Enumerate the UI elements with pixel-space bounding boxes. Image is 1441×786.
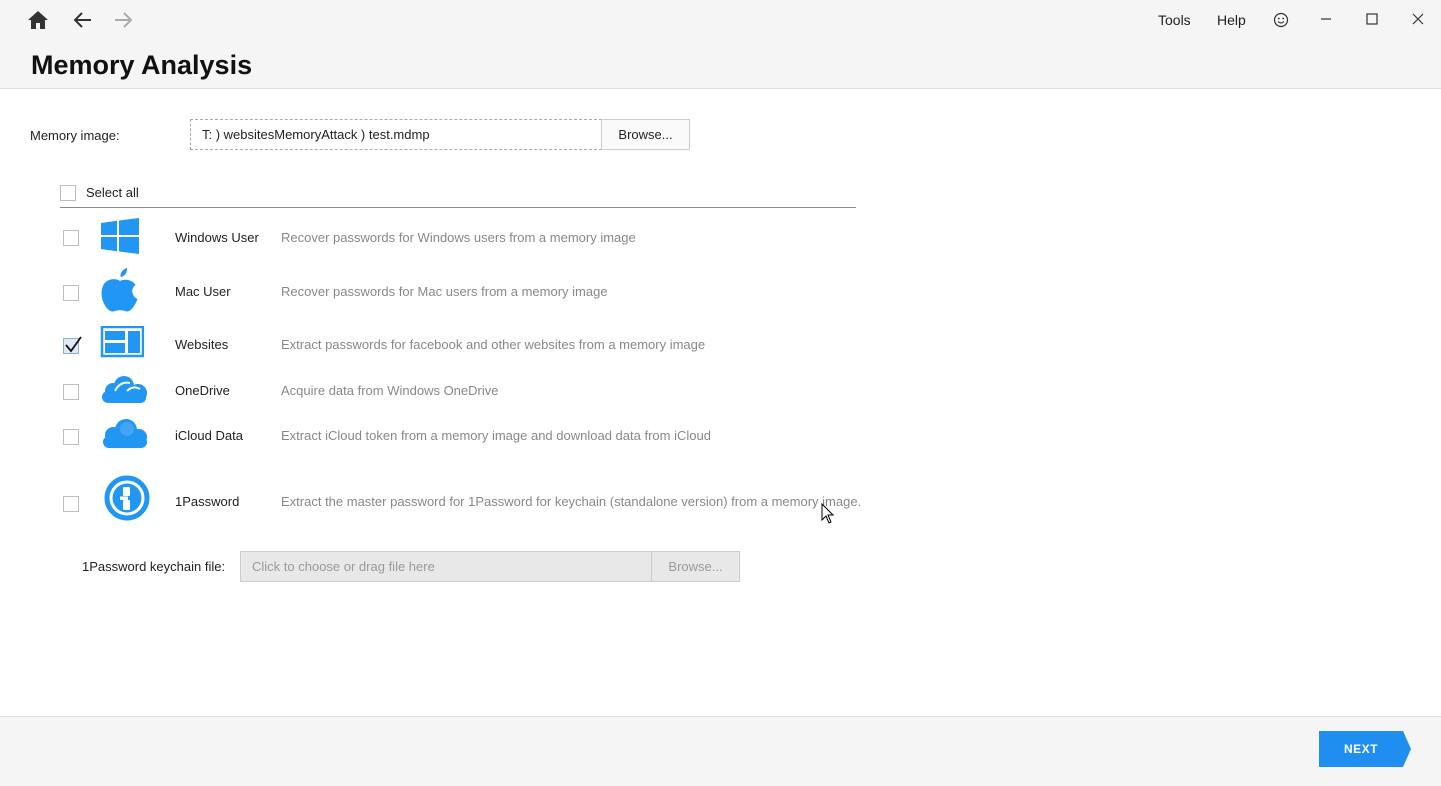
1password-description: Extract the master password for 1Passwor… bbox=[281, 494, 862, 509]
minimize-button[interactable] bbox=[1315, 8, 1337, 30]
next-button-label: NEXT bbox=[1343, 742, 1378, 756]
websites-checkbox[interactable] bbox=[63, 336, 82, 354]
select-all-checkbox[interactable] bbox=[60, 185, 76, 201]
maximize-button[interactable] bbox=[1361, 8, 1383, 30]
onedrive-name: OneDrive bbox=[175, 383, 230, 398]
windows-user-name: Windows User bbox=[175, 230, 259, 245]
feedback-smiley-icon[interactable] bbox=[1271, 10, 1291, 30]
mac-user-checkbox[interactable] bbox=[63, 285, 79, 301]
footer-bar bbox=[0, 716, 1441, 786]
memory-image-path-field[interactable]: T: ) websitesMemoryAttack ) test.mdmp bbox=[190, 119, 602, 150]
1password-checkbox[interactable] bbox=[63, 496, 79, 512]
divider bbox=[60, 207, 856, 208]
websites-icon bbox=[100, 325, 145, 363]
back-arrow-icon[interactable] bbox=[72, 9, 94, 31]
keychain-browse-button: Browse... bbox=[651, 551, 740, 582]
mac-user-name: Mac User bbox=[175, 284, 231, 299]
websites-name: Websites bbox=[175, 337, 229, 352]
menu-tools[interactable]: Tools bbox=[1158, 10, 1191, 30]
1password-icon bbox=[103, 474, 151, 527]
header-bar: Memory Analysis Tools Help bbox=[0, 0, 1441, 89]
windows-icon bbox=[100, 218, 140, 259]
keychain-file-label: 1Password keychain file: bbox=[82, 559, 226, 574]
websites-description: Extract passwords for facebook and other… bbox=[281, 337, 706, 352]
close-button[interactable] bbox=[1407, 8, 1429, 30]
icloud-icon bbox=[100, 417, 150, 454]
page-title: Memory Analysis bbox=[31, 50, 253, 80]
onedrive-checkbox[interactable] bbox=[63, 384, 79, 400]
mac-user-description: Recover passwords for Mac users from a m… bbox=[281, 284, 608, 299]
menu-help[interactable]: Help bbox=[1217, 10, 1246, 30]
onedrive-description: Acquire data from Windows OneDrive bbox=[281, 383, 499, 398]
icloud-data-description: Extract iCloud token from a memory image… bbox=[281, 428, 711, 443]
apple-icon bbox=[100, 267, 140, 318]
next-button[interactable]: NEXT bbox=[1319, 731, 1412, 767]
home-icon[interactable] bbox=[27, 9, 49, 31]
icloud-data-checkbox[interactable] bbox=[63, 429, 79, 445]
forward-arrow-icon[interactable] bbox=[112, 9, 134, 31]
memory-image-browse-button[interactable]: Browse... bbox=[601, 119, 690, 150]
windows-user-checkbox[interactable] bbox=[63, 230, 79, 246]
onedrive-icon bbox=[100, 373, 150, 410]
select-all-label[interactable]: Select all bbox=[86, 184, 139, 202]
icloud-data-name: iCloud Data bbox=[175, 428, 243, 443]
windows-user-description: Recover passwords for Windows users from… bbox=[281, 230, 636, 245]
1password-name: 1Password bbox=[175, 494, 240, 509]
keychain-file-field: Click to choose or drag file here bbox=[240, 551, 652, 582]
memory-image-label: Memory image: bbox=[30, 128, 120, 143]
